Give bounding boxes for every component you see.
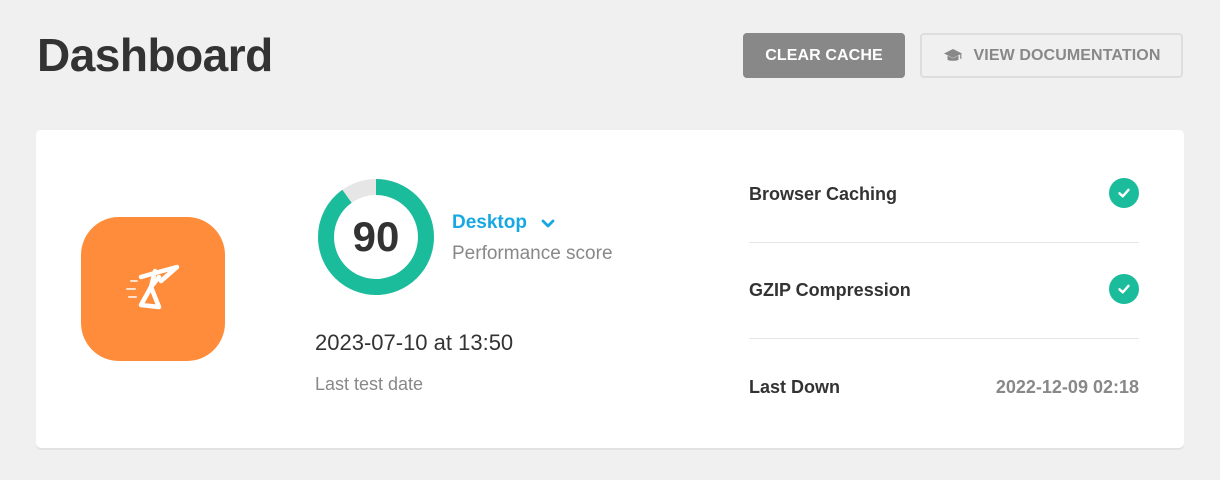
status-list: Browser Caching GZIP Compression Last Do… xyxy=(749,147,1139,435)
check-circle-icon xyxy=(1109,274,1139,304)
last-test-date-label: Last test date xyxy=(315,374,424,394)
performance-score-label: Performance score xyxy=(452,243,613,264)
status-row-browser-caching: Browser Caching xyxy=(749,147,1139,243)
view-documentation-button[interactable]: VIEW DOCUMENTATION xyxy=(920,33,1183,78)
check-circle-icon xyxy=(1109,178,1139,208)
last-test-date-value: 2023-07-10 at 13:50 xyxy=(315,330,514,355)
performance-card: 90 Desktop Performance score 2023-07-10 … xyxy=(36,130,1184,448)
hummingbird-logo xyxy=(81,217,225,361)
status-label: Last Down xyxy=(749,377,841,397)
last-down-value: 2022-12-09 02:18 xyxy=(995,377,1139,397)
clear-cache-label: CLEAR CACHE xyxy=(765,46,883,64)
status-label: GZIP Compression xyxy=(749,280,911,300)
view-documentation-label: VIEW DOCUMENTATION xyxy=(973,46,1161,64)
page-title: Dashboard xyxy=(37,29,273,81)
device-selector-label: Desktop xyxy=(452,212,527,233)
status-label: Browser Caching xyxy=(749,184,898,204)
status-row-gzip-compression: GZIP Compression xyxy=(749,243,1139,339)
graduation-cap-icon xyxy=(943,48,963,64)
clear-cache-button[interactable]: CLEAR CACHE xyxy=(743,33,905,78)
dashboard-page: Dashboard CLEAR CACHE VIEW DOCUMENTATION xyxy=(0,0,1220,480)
hummingbird-icon xyxy=(126,264,180,310)
status-row-last-down: Last Down 2022-12-09 02:18 xyxy=(749,339,1139,435)
performance-score-value: 90 xyxy=(352,213,400,260)
chevron-down-icon xyxy=(541,219,555,228)
device-selector[interactable]: Desktop xyxy=(452,212,555,234)
